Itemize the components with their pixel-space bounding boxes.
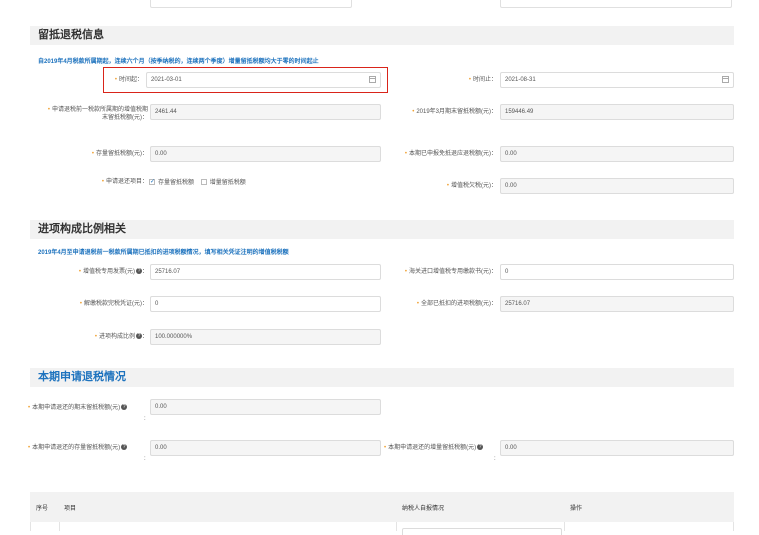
top-field-right[interactable] [500,0,732,8]
help-icon[interactable]: ? [135,333,142,340]
top-field-left[interactable] [150,0,352,8]
tax-payment-label: • 解缴税款完税凭证(元)： [79,301,148,307]
col-self-report: 纳税人自报情况 [402,506,445,512]
divider [396,522,397,531]
help-icon[interactable]: ? [121,444,128,451]
customs-label: • 海关进口增值税专用缴款书(元)： [404,269,497,275]
prev-credit-field: 2461.44 [150,104,381,120]
colon: : [494,456,496,462]
help-icon[interactable]: ? [135,268,142,275]
total-deducted-field: 25716.07 [500,296,734,312]
divider [59,522,60,531]
col-index: 序号 [36,506,49,512]
section-retained-credit-header: 留抵退税信息 [30,26,734,45]
vat-owed-label: • 增值税欠税(元)： [446,183,497,189]
stock-credit-field: 0.00 [150,146,381,162]
stock-credit-checkbox[interactable] [149,178,155,186]
time-end-field[interactable]: 2021-08-31 [500,72,734,88]
ratio-label: • 进项构成比例?： [94,333,148,340]
colon: : [144,416,146,422]
special-invoice-field[interactable]: 25716.07 [150,264,381,280]
table-row [30,522,734,531]
refund-table-header: 序号 项目 纳税人自报情况 操作 [30,492,734,522]
stock-refund-label: • 本期申请退还的存量留抵税额(元)? [28,444,128,451]
incremental-credit-checkbox[interactable] [200,179,207,186]
help-icon[interactable]: ? [121,404,128,411]
col-action: 操作 [570,506,583,512]
ratio-field: 100.000000% [150,329,381,345]
section-note: 自2019年4月税款所属期起，连续六个月（按季纳税的，连续两个季度）增量留抵税额… [38,59,319,65]
incr-refund-label: • 本期申请退还的增量留抵税额(元)? [384,444,484,451]
vat-owed-field: 0.00 [500,178,734,194]
table-input[interactable] [402,528,562,535]
approved-refund-label: • 本期已申报免抵退应退税额(元)： [404,151,497,157]
time-end-label: • 时间止： [468,77,497,83]
section-refund-header: 本期申请退税情况 [30,368,734,387]
section-title: 进项构成比例相关 [38,223,126,235]
tax-payment-field[interactable]: 0 [150,296,381,312]
refund-item-options: 存量留抵税额 增量留抵税额 [147,177,246,186]
col-item: 项目 [64,506,77,512]
special-invoice-label: • 增值税专用发票(元)?： [78,268,148,275]
refund-item-label: • 申请退还项目： [101,179,148,185]
march-credit-field: 159446.49 [500,104,734,120]
final-credit-label: • 本期申请退还的期末留抵税额(元)? [28,404,128,411]
calendar-icon[interactable] [722,76,729,83]
prev-credit-label: • 申请退税前一税款所属期的增值税期 末留抵税额(元)： [47,107,148,121]
customs-field[interactable]: 0 [500,264,734,280]
divider [564,522,565,531]
total-deducted-label: • 全部已抵扣的进项税额(元)： [416,301,497,307]
section-input-ratio-header: 进项构成比例相关 [30,220,734,239]
section-title: 留抵退税信息 [38,29,104,41]
stock-credit-label: • 存量留抵税额(元)： [91,151,148,157]
march-credit-label: • 2019年3月期末留抵税额(元)： [412,109,497,115]
highlight-box [103,67,388,93]
final-credit-field: 0.00 [150,399,381,415]
colon: : [144,456,146,462]
help-icon[interactable]: ? [477,444,484,451]
incr-refund-field: 0.00 [500,440,734,456]
stock-refund-field: 0.00 [150,440,381,456]
section-note: 2019年4月至申请退税前一税款所属期已抵扣的进项税额情况，填写相关凭证注明的增… [38,250,289,256]
approved-refund-field: 0.00 [500,146,734,162]
section-title: 本期申请退税情况 [38,371,126,383]
